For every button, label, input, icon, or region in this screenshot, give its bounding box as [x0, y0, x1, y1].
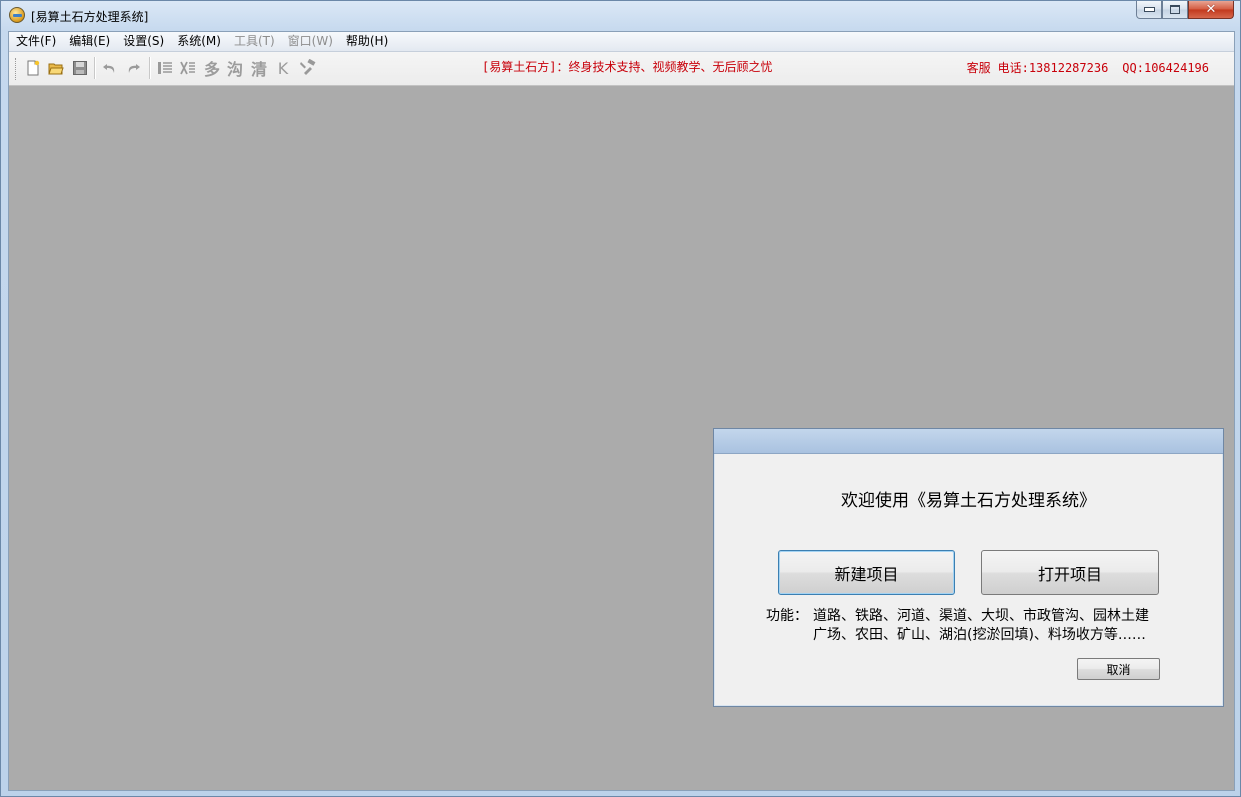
minimize-icon [1143, 7, 1155, 12]
window-title: [易算土石方处理系统] [31, 10, 149, 24]
clear-button[interactable]: 清 [248, 57, 270, 79]
ditch-button[interactable]: 沟 [224, 57, 246, 79]
open-folder-icon[interactable] [45, 57, 67, 79]
toolbar-separator [149, 57, 151, 79]
menu-window[interactable]: 窗口(W) [281, 32, 339, 51]
insert-row-icon[interactable] [154, 57, 176, 79]
qq-text: QQ:106424196 [1122, 61, 1209, 75]
welcome-dialog: 欢迎使用《易算土石方处理系统》 新建项目 打开项目 功能： 道路、铁路、河道、渠… [713, 428, 1224, 707]
minimize-button[interactable] [1136, 1, 1162, 19]
close-button[interactable]: ✕ [1188, 1, 1234, 19]
new-file-icon[interactable] [22, 57, 44, 79]
features-line-1: 道路、铁路、河道、渠道、大坝、市政管沟、园林土建 [813, 608, 1149, 624]
close-icon: ✕ [1205, 2, 1217, 17]
maximize-icon [1170, 5, 1180, 14]
save-icon[interactable] [69, 57, 91, 79]
contact-info: 客服 电话:13812287236 QQ:106424196 [967, 59, 1209, 76]
promo-marquee: [易算土石方]：终身技术支持、视频教学、无后顾之忧 [482, 60, 773, 74]
delete-row-icon[interactable] [177, 57, 199, 79]
dialog-title-bar[interactable] [714, 429, 1223, 454]
maximize-button[interactable] [1162, 1, 1188, 19]
cancel-button[interactable]: 取消 [1077, 658, 1160, 680]
menu-file[interactable]: 文件(F) [9, 32, 62, 51]
phone-text: 电话:13812287236 [997, 61, 1109, 75]
features-label: 功能： [766, 608, 808, 624]
title-bar[interactable]: [易算土石方处理系统] ✕ [1, 1, 1240, 30]
app-logo-icon [9, 7, 25, 23]
menu-system[interactable]: 系统(M) [170, 32, 227, 51]
undo-icon[interactable] [99, 57, 121, 79]
toolbar-grip[interactable] [15, 58, 18, 80]
new-project-button[interactable]: 新建项目 [778, 550, 955, 595]
redo-icon[interactable] [122, 57, 144, 79]
multi-button[interactable]: 多 [201, 57, 223, 79]
service-label: 客服 [966, 61, 991, 75]
welcome-text: 欢迎使用《易算土石方处理系统》 [841, 491, 1096, 511]
open-project-button[interactable]: 打开项目 [981, 550, 1159, 595]
k-button[interactable]: K [272, 57, 294, 79]
app-window: [易算土石方处理系统] ✕ 文件(F) 编辑(E) 设置(S) 系统(M) 工具… [0, 0, 1241, 797]
tools-icon[interactable] [296, 57, 318, 79]
menu-tools[interactable]: 工具(T) [227, 32, 281, 51]
features-line-2: 广场、农田、矿山、湖泊(挖淤回填)、料场收方等…… [813, 627, 1146, 643]
menu-help[interactable]: 帮助(H) [339, 32, 394, 51]
menu-settings[interactable]: 设置(S) [116, 32, 170, 51]
toolbar-separator [94, 57, 96, 79]
window-controls: ✕ [1136, 1, 1234, 21]
menu-bar: 文件(F) 编辑(E) 设置(S) 系统(M) 工具(T) 窗口(W) 帮助(H… [9, 32, 1234, 52]
menu-edit[interactable]: 编辑(E) [62, 32, 116, 51]
toolbar: 多 沟 清 K [易算土石方]：终身技术支持、视频教学、无后顾之忧 客服 电话:1… [9, 52, 1234, 86]
